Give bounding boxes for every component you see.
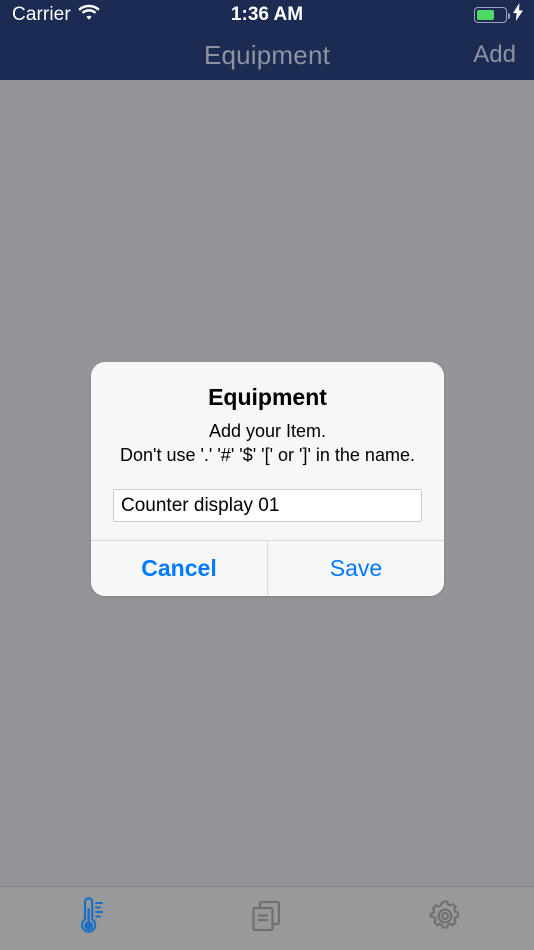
status-bar: Carrier 1:36 AM	[0, 0, 534, 30]
alert-message-line-2: Don't use '.' '#' '$' '[' or ']' in the …	[120, 445, 415, 466]
item-name-input[interactable]	[113, 489, 422, 523]
lightning-bolt-icon	[512, 3, 524, 27]
status-bar-right	[474, 0, 524, 30]
gear-icon	[426, 897, 464, 940]
documents-icon	[248, 897, 286, 940]
cancel-button[interactable]: Cancel	[91, 541, 268, 597]
battery-icon	[474, 7, 511, 23]
page-title: Equipment	[203, 39, 331, 70]
alert-button-row: Cancel Save	[91, 540, 444, 597]
status-bar-time: 1:36 AM	[230, 4, 304, 25]
tab-settings[interactable]	[356, 887, 534, 950]
thermometer-icon	[71, 896, 107, 941]
alert-title: Equipment	[208, 384, 327, 410]
add-button[interactable]: Add	[473, 30, 516, 80]
tab-documents[interactable]	[178, 887, 356, 950]
alert-dialog: Equipment Add your Item. Don't use '.' '…	[91, 362, 444, 597]
alert-message-line-1: Add your Item.	[208, 421, 327, 441]
alert-body: Equipment Add your Item. Don't use '.' '…	[91, 362, 444, 540]
save-button[interactable]: Save	[268, 541, 444, 597]
phone-screen: Carrier 1:36 AM Equipment Add Equipment …	[0, 0, 534, 950]
tab-thermometer[interactable]	[0, 887, 178, 950]
tab-bar	[0, 887, 534, 950]
navigation-bar: Equipment Add	[0, 30, 534, 80]
battery-fill	[476, 9, 494, 21]
